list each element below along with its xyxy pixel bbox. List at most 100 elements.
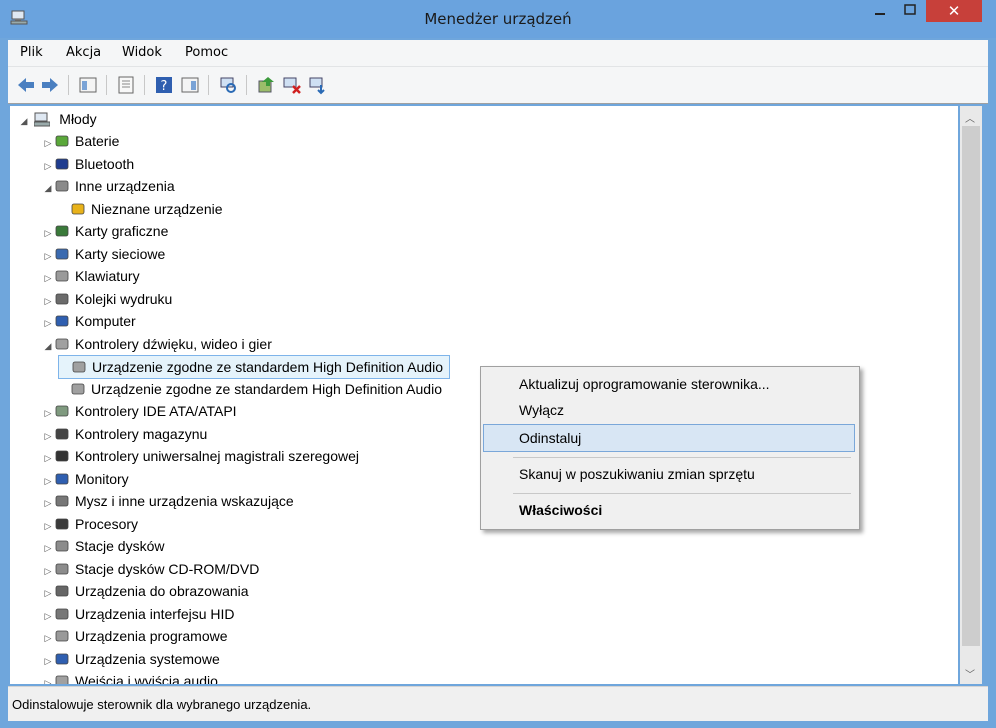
- tree-item[interactable]: ▷ Kolejki wydruku: [42, 288, 173, 310]
- context-menu-separator: [513, 493, 851, 494]
- tree-item-label: Kontrolery magazynu: [75, 425, 208, 442]
- tree-item-label: Kontrolery uniwersalnej magistrali szere…: [75, 448, 360, 464]
- network-adapter-icon: [54, 246, 70, 262]
- tree-item-label: Urządzenia systemowe: [75, 650, 220, 667]
- properties-icon[interactable]: [78, 75, 98, 95]
- processor-icon: [54, 516, 70, 532]
- tree-item[interactable]: ◢ Kontrolery dźwięku, wideo i gier: [42, 333, 272, 355]
- tree-item-label: Baterie: [75, 133, 120, 149]
- speaker-icon: [71, 359, 87, 375]
- tree-item-label: Karty graficzne: [75, 223, 169, 239]
- tree-item[interactable]: ▷ Wejścia i wyjścia audio: [42, 670, 218, 684]
- ctx-properties[interactable]: Właściwości: [519, 502, 602, 518]
- tree-item[interactable]: ▷ Monitory: [42, 468, 129, 490]
- tree-item[interactable]: ◢ Inne urządzenia: [42, 175, 175, 197]
- toolbar-separator: [106, 75, 107, 95]
- tree-view-icon[interactable]: [116, 75, 136, 95]
- status-text: Odinstalowuje sterownik dla wybranego ur…: [12, 697, 312, 712]
- imaging-icon: [54, 583, 70, 599]
- tree-item[interactable]: ▷ Stacje dysków CD-ROM/DVD: [42, 558, 260, 580]
- keyboard-icon: [54, 268, 70, 284]
- monitor-icon: [54, 471, 70, 487]
- menu-bar: Plik Akcja Widok Pomoc: [8, 40, 988, 67]
- toolbar: ?: [8, 67, 988, 104]
- menu-pomoc[interactable]: Pomoc: [185, 45, 228, 60]
- tree-item-label: Bluetooth: [75, 155, 135, 172]
- tree-item-label: Stacje dysków CD-ROM/DVD: [75, 560, 260, 577]
- storage-controller-icon: [54, 426, 70, 442]
- tree-item[interactable]: ▷ Stacje dysków: [42, 535, 165, 557]
- menu-widok[interactable]: Widok: [122, 45, 162, 60]
- tree-root-label: Młody: [59, 111, 97, 127]
- tree-item-label: Monitory: [75, 470, 129, 487]
- ctx-uninstall[interactable]: Odinstaluj: [519, 430, 581, 446]
- tree-item[interactable]: ▷ Karty sieciowe: [42, 243, 166, 265]
- collapse-arrow-icon[interactable]: ◢: [18, 111, 30, 133]
- tree-item-label: Karty sieciowe: [75, 245, 166, 262]
- cdrom-icon: [54, 561, 70, 577]
- printer-icon: [54, 291, 70, 307]
- tree-item[interactable]: ▷ Bluetooth: [42, 153, 135, 175]
- vertical-scrollbar[interactable]: ︿ ﹀: [960, 106, 982, 684]
- tree-item-label: Kontrolery dźwięku, wideo i gier: [75, 335, 272, 352]
- tree-item[interactable]: ▷ Kontrolery IDE ATA/ATAPI: [42, 400, 237, 422]
- disable-device-icon[interactable]: [282, 75, 302, 95]
- ctx-update-driver[interactable]: Aktualizuj oprogramowanie sterownika...: [519, 376, 770, 392]
- forward-arrow-icon[interactable]: [40, 75, 60, 95]
- menu-plik[interactable]: Plik: [20, 45, 43, 60]
- update-driver-icon[interactable]: [256, 75, 276, 95]
- ctx-disable[interactable]: Wyłącz: [519, 402, 564, 418]
- tree-item-selected[interactable]: Urządzenie zgodne ze standardem High Def…: [58, 355, 450, 379]
- tree-item[interactable]: Urządzenie zgodne ze standardem High Def…: [58, 378, 442, 400]
- other-devices-icon: [54, 178, 70, 194]
- bluetooth-icon: [54, 156, 70, 172]
- toolbar-separator: [246, 75, 247, 95]
- device-manager-window: Menedżer urządzeń ✕ Plik Akcja Widok Pom…: [0, 0, 996, 728]
- tree-item[interactable]: ▷ Urządzenia programowe: [42, 625, 228, 647]
- uninstall-device-icon[interactable]: [308, 75, 328, 95]
- collapse-arrow-icon[interactable]: ◢: [42, 336, 54, 358]
- context-menu: Aktualizuj oprogramowanie sterownika... …: [480, 366, 860, 530]
- tree-item-label: Urządzenia do obrazowania: [75, 583, 249, 599]
- title-bar[interactable]: Menedżer urządzeń ✕: [0, 0, 996, 38]
- maximize-button[interactable]: [896, 0, 924, 22]
- expand-arrow-icon[interactable]: ▷: [42, 673, 54, 684]
- tree-item[interactable]: ▷ Kontrolery magazynu: [42, 423, 208, 445]
- tree-item[interactable]: ▷ Urządzenia systemowe: [42, 648, 220, 670]
- ctx-scan[interactable]: Skanuj w poszukiwaniu zmian sprzętu: [519, 466, 755, 482]
- scrollbar-thumb[interactable]: [962, 126, 980, 646]
- tree-item[interactable]: ▷ Kontrolery uniwersalnej magistrali szer…: [42, 445, 359, 467]
- tree-item[interactable]: ▷ Procesory: [42, 513, 139, 535]
- tree-item[interactable]: Nieznane urządzenie: [58, 198, 223, 220]
- tree-root[interactable]: ◢ Młody: [18, 108, 97, 130]
- battery-icon: [54, 133, 70, 149]
- tree-item[interactable]: ▷ Urządzenia do obrazowania: [42, 580, 249, 602]
- minimize-button[interactable]: [866, 0, 894, 22]
- computer-icon: [54, 313, 70, 329]
- tree-item[interactable]: ▷ Komputer: [42, 310, 136, 332]
- mouse-icon: [54, 493, 70, 509]
- scroll-down-icon[interactable]: ﹀: [965, 666, 975, 681]
- details-icon[interactable]: [180, 75, 200, 95]
- context-menu-separator: [513, 457, 851, 458]
- scan-hardware-icon[interactable]: [218, 75, 238, 95]
- tree-item[interactable]: ▷ Urządzenia interfejsu HID: [42, 603, 235, 625]
- tree-item-label: Urządzenia programowe: [75, 628, 228, 644]
- tree-item[interactable]: ▷ Baterie: [42, 130, 120, 152]
- collapse-arrow-icon[interactable]: ◢: [42, 178, 54, 200]
- tree-item-label: Nieznane urządzenie: [91, 200, 223, 217]
- scroll-up-icon[interactable]: ︿: [965, 110, 975, 125]
- close-button[interactable]: ✕: [926, 0, 982, 22]
- audio-io-icon: [54, 673, 70, 684]
- help-icon[interactable]: ?: [154, 75, 174, 95]
- menu-akcja[interactable]: Akcja: [66, 45, 101, 60]
- tree-item[interactable]: ▷ Klawiatury: [42, 265, 140, 287]
- tree-item[interactable]: ▷ Mysz i inne urządzenia wskazujące: [42, 490, 294, 512]
- tree-item-label: Inne urządzenia: [75, 178, 175, 194]
- toolbar-separator: [144, 75, 145, 95]
- speaker-icon: [54, 336, 70, 352]
- tree-item-label: Mysz i inne urządzenia wskazujące: [75, 493, 294, 509]
- tree-item-label: Urządzenie zgodne ze standardem High Def…: [92, 359, 443, 375]
- back-arrow-icon[interactable]: [16, 75, 36, 95]
- tree-item[interactable]: ▷ Karty graficzne: [42, 220, 169, 242]
